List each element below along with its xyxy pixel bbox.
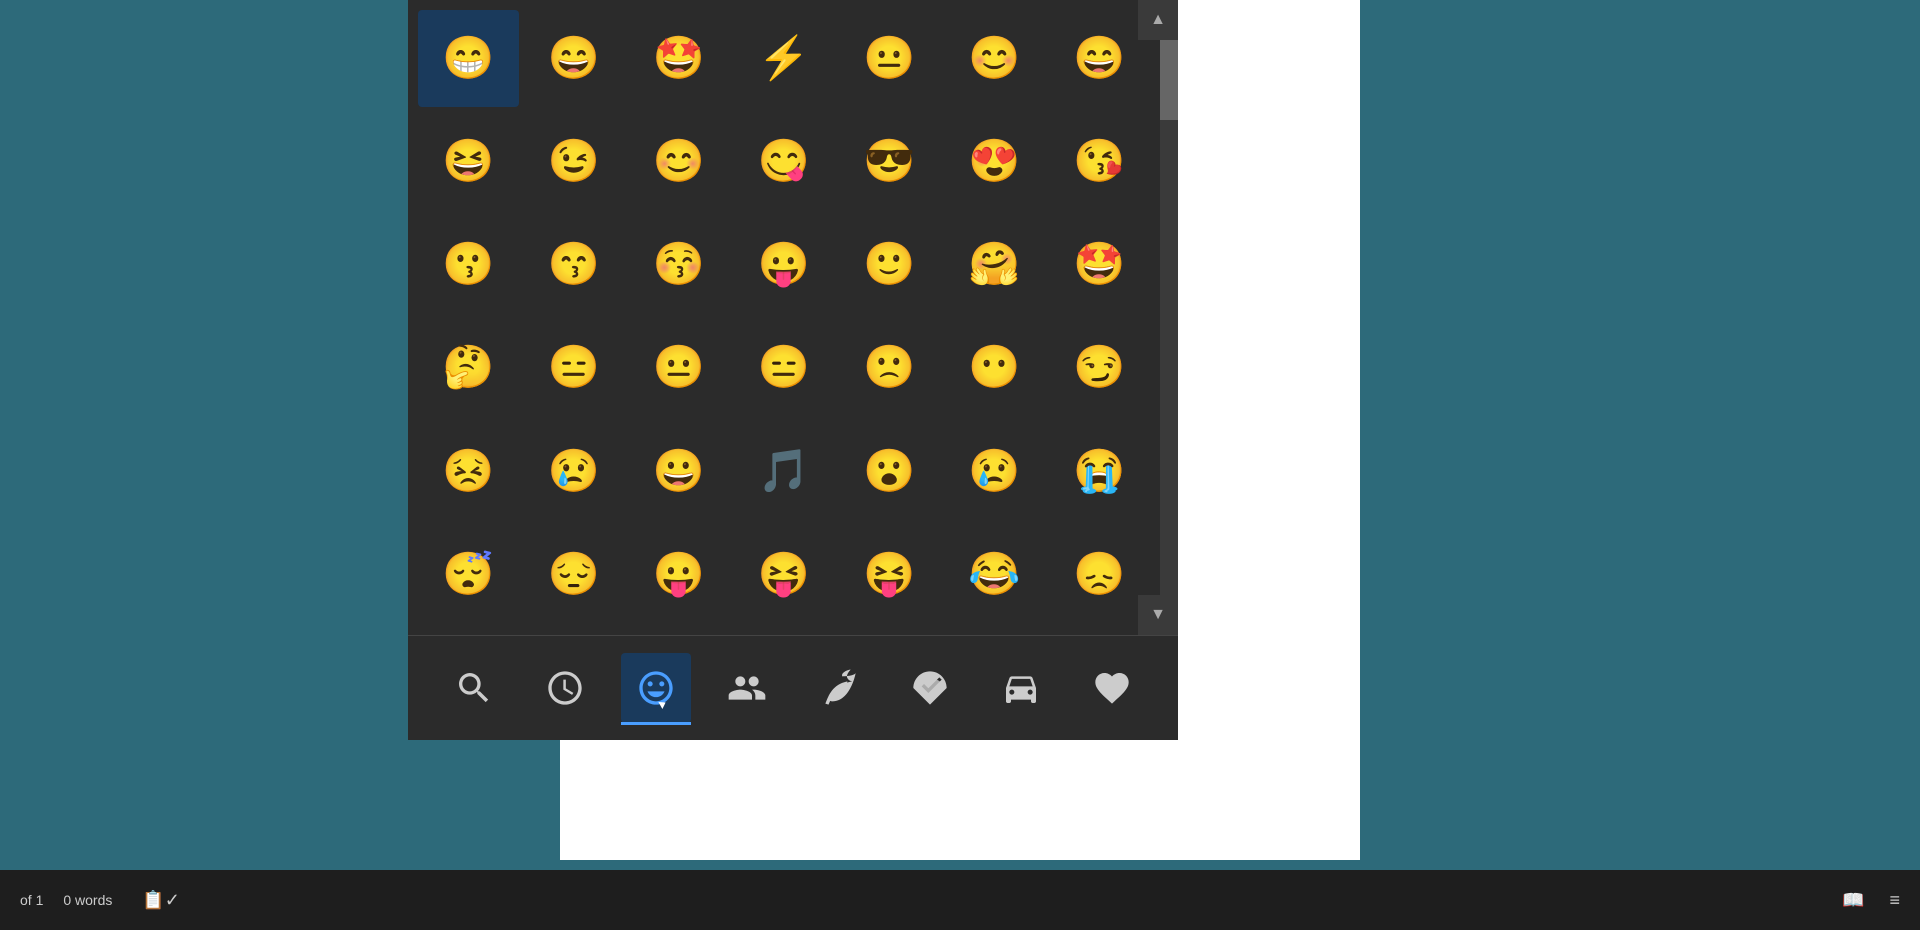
emoji-cell[interactable]: 😔 bbox=[523, 526, 624, 623]
category-search-button[interactable] bbox=[439, 653, 509, 723]
emoji-cell[interactable]: 😭 bbox=[1049, 423, 1150, 520]
emoji-cell[interactable]: 😮 bbox=[839, 423, 940, 520]
category-recent-button[interactable] bbox=[530, 653, 600, 723]
emoji-cell[interactable]: 😛 bbox=[733, 216, 834, 313]
category-people-button[interactable] bbox=[712, 653, 782, 723]
emoji-cell[interactable]: 😉 bbox=[523, 113, 624, 210]
emoji-cell[interactable]: 😴 bbox=[418, 526, 519, 623]
car-icon bbox=[1001, 668, 1041, 708]
emoji-cell[interactable]: 😄 bbox=[1049, 10, 1150, 107]
emoji-cell[interactable]: 😝 bbox=[839, 526, 940, 623]
emoji-cell[interactable]: 😣 bbox=[418, 423, 519, 520]
category-nature-button[interactable] bbox=[804, 653, 874, 723]
emoji-cell[interactable]: 😏 bbox=[1049, 319, 1150, 416]
emoji-cell[interactable]: 😶 bbox=[944, 319, 1045, 416]
chevron-up-icon: ▲ bbox=[1150, 11, 1166, 29]
emoji-cell[interactable]: 😙 bbox=[523, 216, 624, 313]
emoji-cell[interactable]: 🙂 bbox=[839, 216, 940, 313]
page-view-icon[interactable]: ≡ bbox=[1889, 890, 1900, 911]
emoji-cell[interactable]: 🤗 bbox=[944, 216, 1045, 313]
people-icon bbox=[727, 668, 767, 708]
emoji-cell[interactable]: 😁 bbox=[418, 10, 519, 107]
scrollbar-track[interactable] bbox=[1160, 40, 1178, 630]
scroll-down-button[interactable]: ▼ bbox=[1138, 595, 1178, 635]
category-bar bbox=[408, 635, 1178, 740]
emoji-cell[interactable]: 😊 bbox=[944, 10, 1045, 107]
emoji-grid: 😁 😄 🤩 ⚡ 😐 😊 😄 😆 😉 😊 😋 😎 😍 😘 😗 😙 😚 😛 🙂 🤗 … bbox=[408, 0, 1160, 635]
emoji-cell[interactable]: 🤩 bbox=[1049, 216, 1150, 313]
emoji-cell[interactable]: 😎 bbox=[839, 113, 940, 210]
emoji-cell[interactable]: 😀 bbox=[628, 423, 729, 520]
emoji-cell[interactable]: 😑 bbox=[733, 319, 834, 416]
emoji-cell[interactable]: 😗 bbox=[418, 216, 519, 313]
leaf-icon bbox=[819, 668, 859, 708]
emoji-cell[interactable]: 😂 bbox=[944, 526, 1045, 623]
emoji-cell[interactable]: 😛 bbox=[628, 526, 729, 623]
category-food-button[interactable] bbox=[895, 653, 965, 723]
heart-icon bbox=[1092, 668, 1132, 708]
emoji-cell[interactable]: 😐 bbox=[628, 319, 729, 416]
page-info: of 1 bbox=[20, 892, 43, 908]
status-bar: of 1 0 words 📋✓ 📖 ≡ bbox=[0, 870, 1920, 930]
emoji-cell[interactable]: 😍 bbox=[944, 113, 1045, 210]
emoji-cell[interactable]: 😝 bbox=[733, 526, 834, 623]
emoji-cell[interactable]: 😢 bbox=[523, 423, 624, 520]
emoji-cell[interactable]: 😞 bbox=[1049, 526, 1150, 623]
book-view-icon[interactable]: 📖 bbox=[1842, 890, 1864, 911]
emoji-cell[interactable]: ⚡ bbox=[733, 10, 834, 107]
emoji-cell[interactable]: 😚 bbox=[628, 216, 729, 313]
clock-icon bbox=[545, 668, 585, 708]
emoji-cell[interactable]: 😑 bbox=[523, 319, 624, 416]
scroll-up-button[interactable]: ▲ bbox=[1138, 0, 1178, 40]
scrollbar-thumb[interactable] bbox=[1160, 40, 1178, 120]
word-count: 0 words bbox=[63, 892, 112, 908]
status-bar-right: 📖 ≡ bbox=[1832, 890, 1900, 911]
emoji-cell[interactable]: 😋 bbox=[733, 113, 834, 210]
emoji-cell[interactable]: 😢 bbox=[944, 423, 1045, 520]
category-travel-button[interactable] bbox=[986, 653, 1056, 723]
search-icon bbox=[454, 668, 494, 708]
emoji-cell[interactable]: 😘 bbox=[1049, 113, 1150, 210]
pizza-icon bbox=[910, 668, 950, 708]
emoji-cell[interactable]: 🤩 bbox=[628, 10, 729, 107]
emoji-cell[interactable]: 😐 bbox=[839, 10, 940, 107]
chevron-down-icon: ▼ bbox=[1150, 606, 1166, 624]
emoji-cell[interactable]: 🎵 bbox=[733, 423, 834, 520]
emoji-cell[interactable]: 😊 bbox=[628, 113, 729, 210]
emoji-picker-panel: ▲ ▼ 😁 😄 🤩 ⚡ 😐 😊 😄 😆 😉 😊 😋 😎 😍 😘 😗 😙 😚 😛 … bbox=[408, 0, 1178, 740]
spell-check-icon[interactable]: 📋✓ bbox=[142, 890, 180, 911]
category-smiley-button[interactable] bbox=[621, 653, 691, 723]
emoji-cell[interactable]: 😄 bbox=[523, 10, 624, 107]
emoji-cell[interactable]: 🙁 bbox=[839, 319, 940, 416]
category-hearts-button[interactable] bbox=[1077, 653, 1147, 723]
emoji-cell[interactable]: 🤔 bbox=[418, 319, 519, 416]
smiley-icon bbox=[636, 668, 676, 708]
emoji-cell[interactable]: 😆 bbox=[418, 113, 519, 210]
